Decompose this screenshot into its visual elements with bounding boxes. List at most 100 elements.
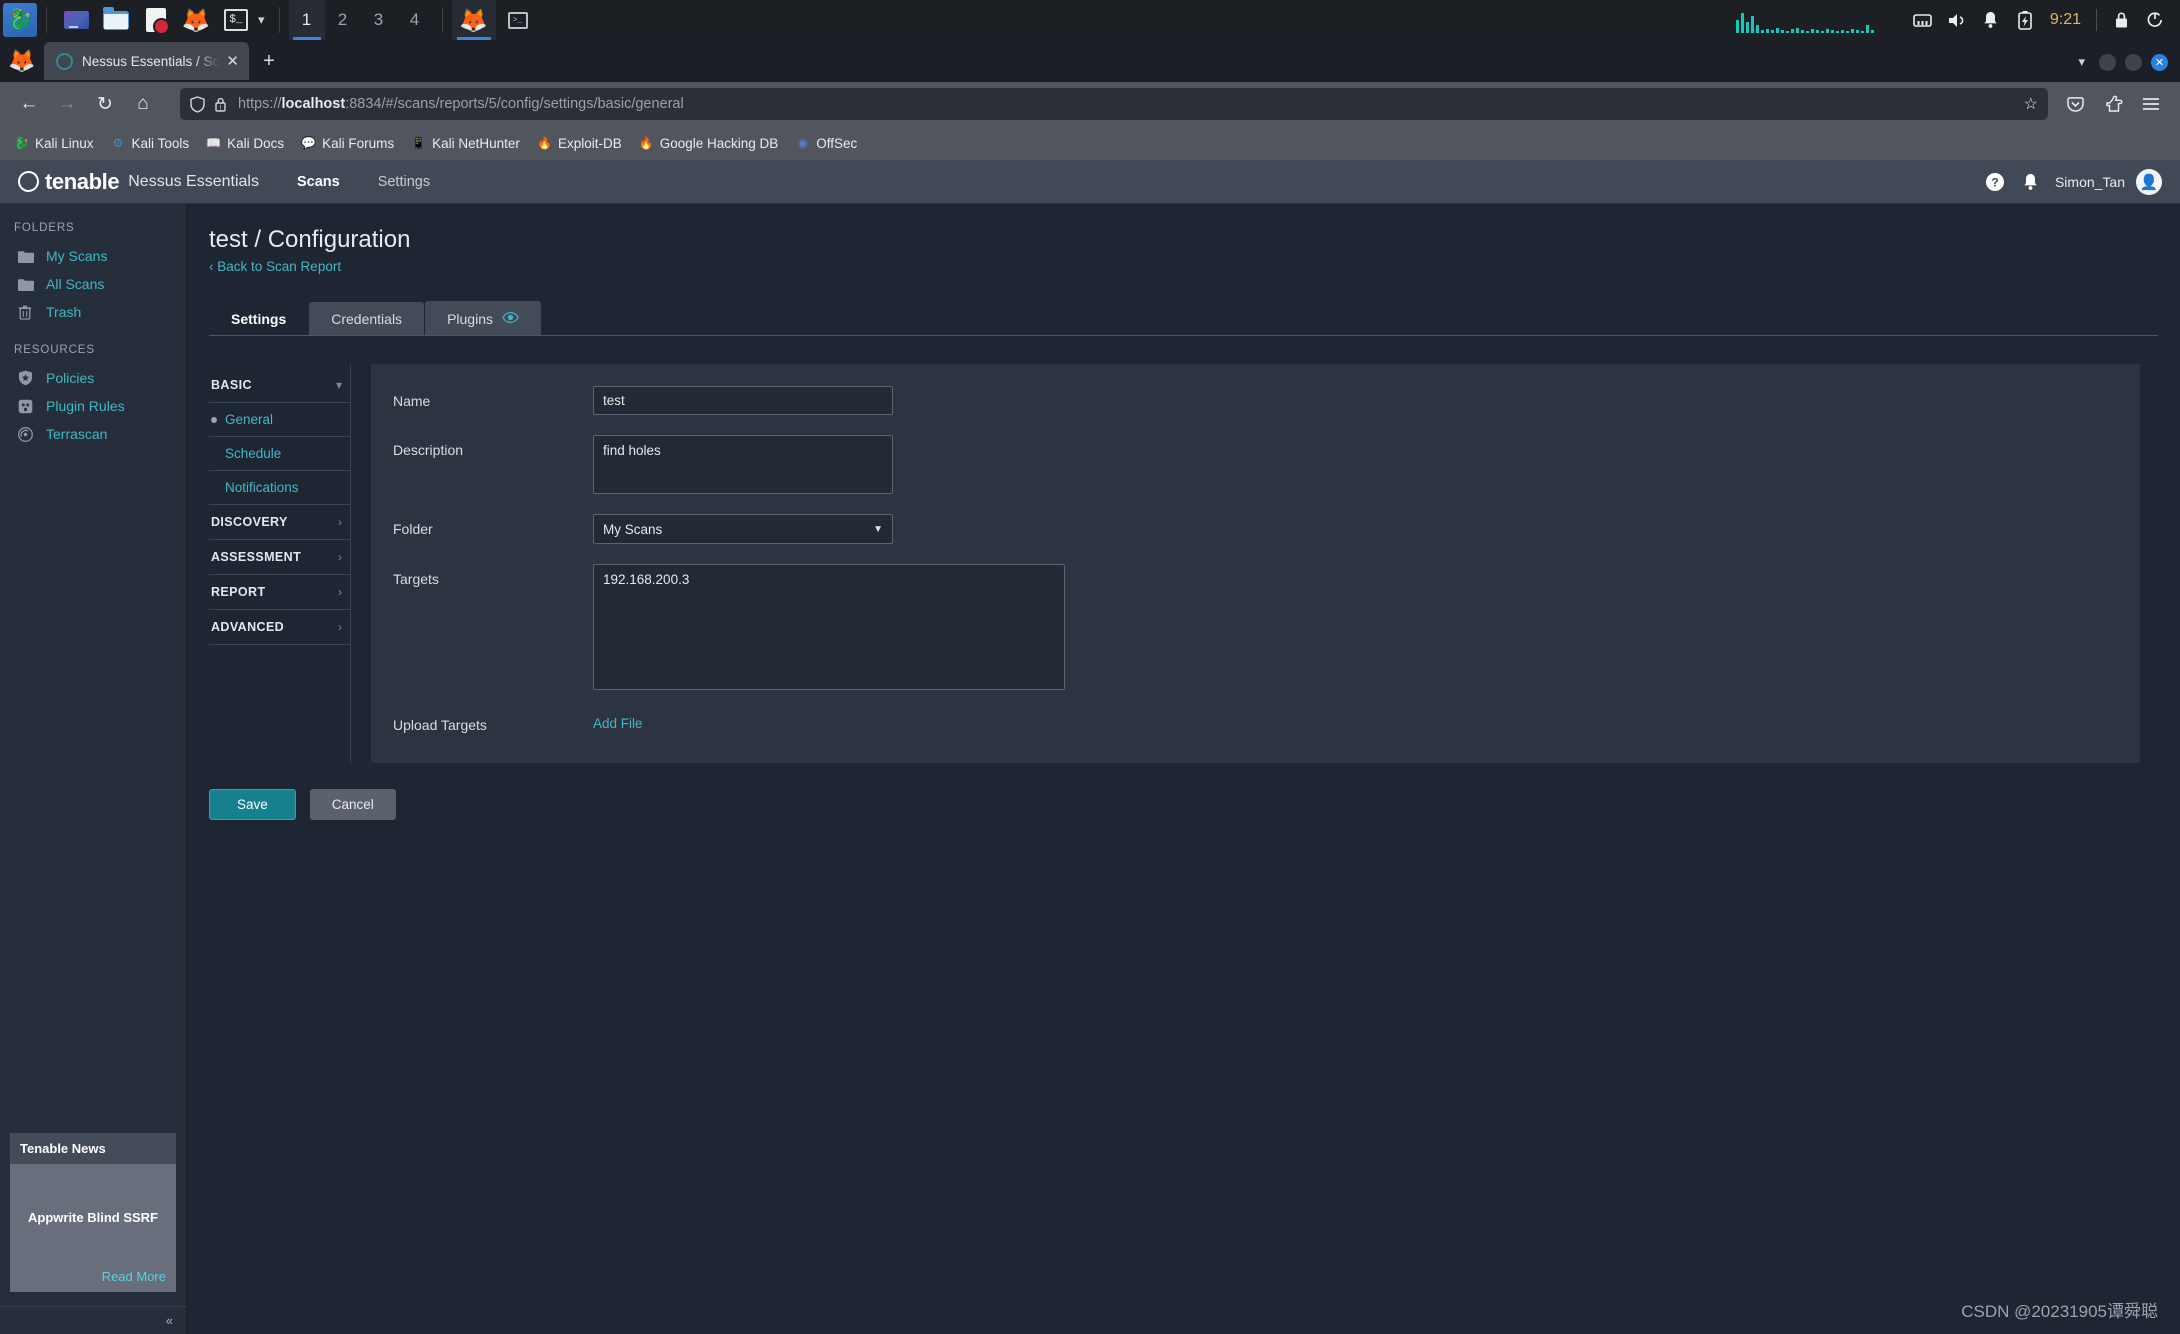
settings-item-schedule[interactable]: Schedule xyxy=(209,437,350,471)
settings-group-advanced[interactable]: ADVANCED › xyxy=(209,610,350,645)
workspace-2[interactable]: 2 xyxy=(325,0,361,40)
power-logout-icon[interactable] xyxy=(2138,0,2172,40)
settings-item-label: General xyxy=(225,412,274,427)
nav-scans[interactable]: Scans xyxy=(297,174,340,190)
sidebar-item-plugin-rules[interactable]: Plugin Rules xyxy=(0,392,186,420)
settings-group-basic[interactable]: BASIC ▾ xyxy=(209,368,350,403)
tab-credentials[interactable]: Credentials xyxy=(309,302,425,336)
folder-select[interactable]: My Scans ▼ xyxy=(593,514,893,544)
eye-icon[interactable] xyxy=(502,310,519,327)
star-icon[interactable]: ☆ xyxy=(2024,94,2038,114)
hamburger-menu-icon[interactable] xyxy=(2132,85,2170,123)
bell-icon[interactable] xyxy=(2013,164,2049,200)
pocket-icon[interactable] xyxy=(2056,85,2094,123)
sidebar-collapse-button[interactable]: « xyxy=(0,1306,187,1334)
sidebar-section-resources: RESOURCES xyxy=(14,344,95,356)
help-circle-icon[interactable]: ? xyxy=(1977,164,2013,200)
nav-settings[interactable]: Settings xyxy=(378,174,430,190)
close-button[interactable]: ✕ xyxy=(2151,54,2168,71)
bell-icon[interactable] xyxy=(1974,0,2008,40)
news-read-more-link[interactable]: Read More xyxy=(102,1269,166,1284)
lock-icon[interactable] xyxy=(2104,0,2138,40)
minimize-button[interactable] xyxy=(2099,54,2116,71)
extension-icon[interactable] xyxy=(2094,85,2132,123)
bookmark-kali-nethunter[interactable]: 📱 Kali NetHunter xyxy=(411,136,520,151)
settings-item-notifications[interactable]: Notifications xyxy=(209,471,350,505)
bookmark-google-hacking-db[interactable]: 🔥 Google Hacking DB xyxy=(639,136,779,151)
bookmark-kali-forums[interactable]: 💬 Kali Forums xyxy=(301,136,394,151)
sidebar-item-label: Terrascan xyxy=(46,426,108,442)
sidebar-item-my-scans[interactable]: My Scans xyxy=(0,242,186,270)
description-input[interactable]: find holes xyxy=(593,435,893,494)
terminal-icon[interactable]: $_ xyxy=(221,5,251,35)
add-file-link[interactable]: Add File xyxy=(593,710,643,731)
lock-warning-icon[interactable]: ! xyxy=(214,96,229,113)
name-input[interactable] xyxy=(593,386,893,415)
bookmark-kali-linux[interactable]: 🐉 Kali Linux xyxy=(14,136,94,151)
cancel-button[interactable]: Cancel xyxy=(309,789,396,820)
bookmark-exploit-db[interactable]: 🔥 Exploit-DB xyxy=(537,136,622,151)
selected-dot-icon xyxy=(211,416,217,423)
folder-selected-value: My Scans xyxy=(603,521,663,537)
settings-group-report[interactable]: REPORT › xyxy=(209,575,350,610)
bookmark-label: Kali Forums xyxy=(322,135,395,151)
sidebar-item-trash[interactable]: Trash xyxy=(0,298,186,326)
firefox-window-icon[interactable]: 🦊 xyxy=(451,0,496,40)
targets-input[interactable]: 192.168.200.3 xyxy=(593,564,1065,690)
chevron-down-icon[interactable]: ▾ xyxy=(258,12,265,28)
targets-label: Targets xyxy=(393,571,439,587)
chevron-down-icon[interactable]: ▾ xyxy=(2078,54,2085,70)
settings-group-discovery[interactable]: DISCOVERY › xyxy=(209,505,350,540)
user-avatar-icon[interactable]: 👤 xyxy=(2136,168,2162,195)
bookmarks-bar: 🐉 Kali Linux ⚙ Kali Tools 📖 Kali Docs 💬 Kali… xyxy=(0,126,2180,160)
text-editor-icon[interactable] xyxy=(141,5,171,35)
sidebar-item-policies[interactable]: Policies xyxy=(0,364,186,392)
workspace-4[interactable]: 4 xyxy=(397,0,433,40)
workspace-1[interactable]: 1 xyxy=(288,0,325,40)
firefox-icon[interactable]: 🦊 xyxy=(181,5,211,35)
url-bar[interactable]: ! https://localhost:8834/#/scans/reports… xyxy=(180,88,2048,120)
bookmark-label: Exploit-DB xyxy=(557,135,622,151)
settings-item-general[interactable]: General xyxy=(209,403,350,437)
taskbar-divider xyxy=(46,7,47,33)
settings-group-assessment[interactable]: ASSESSMENT › xyxy=(209,540,350,575)
battery-charging-icon[interactable] xyxy=(2008,0,2042,40)
offsec-icon: ◉ xyxy=(797,136,809,150)
save-button[interactable]: Save xyxy=(209,789,296,820)
workspace-3[interactable]: 3 xyxy=(361,0,397,40)
settings-panel: BASIC ▾ General Schedule Notifications D… xyxy=(209,364,2180,763)
tab-label: Settings xyxy=(231,311,287,327)
sidebar-item-terrascan[interactable]: Terrascan xyxy=(0,420,186,448)
bookmark-kali-docs[interactable]: 📖 Kali Docs xyxy=(206,136,284,151)
bookmark-offsec[interactable]: ◉ OffSec xyxy=(795,136,858,151)
tab-settings[interactable]: Settings xyxy=(209,302,309,336)
new-tab-button[interactable]: + xyxy=(249,42,289,80)
ethernet-icon[interactable] xyxy=(1906,0,1940,40)
field-row-upload-targets: Upload Targets Add File xyxy=(393,710,2140,733)
bookmark-kali-tools[interactable]: ⚙ Kali Tools xyxy=(111,136,189,151)
arrow-left-icon[interactable]: ← xyxy=(10,85,48,123)
speaker-icon[interactable] xyxy=(1940,0,1974,40)
home-icon[interactable]: ⌂ xyxy=(124,85,162,123)
exploit-db-icon: 🔥 xyxy=(536,136,552,150)
shield-icon[interactable] xyxy=(190,95,205,113)
back-to-scan-report-link[interactable]: ‹ Back to Scan Report xyxy=(209,259,341,274)
tenable-news-card: Tenable News Appwrite Blind SSRF Read Mo… xyxy=(10,1133,176,1292)
terminal-window-icon[interactable]: >_ xyxy=(496,0,540,40)
reload-icon[interactable]: ↻ xyxy=(86,85,124,123)
sidebar-item-all-scans[interactable]: All Scans xyxy=(0,270,186,298)
svg-text:!: ! xyxy=(220,105,222,112)
tab-plugins[interactable]: Plugins xyxy=(425,301,541,336)
maximize-button[interactable] xyxy=(2125,54,2142,71)
arrow-right-icon[interactable]: → xyxy=(48,85,86,123)
network-activity-graph xyxy=(1735,7,1886,33)
files-icon[interactable] xyxy=(101,5,131,35)
tab-bar-underline xyxy=(209,335,2158,336)
kali-dragon-icon[interactable]: 🐉 xyxy=(3,3,37,37)
close-icon[interactable]: ✕ xyxy=(226,52,239,70)
virtualbox-icon[interactable] xyxy=(61,5,91,35)
nessus-app: tenable Nessus Essentials Scans Settings… xyxy=(0,160,2180,1334)
name-label: Name xyxy=(393,393,431,409)
browser-tab[interactable]: Nessus Essentials / Scans ✕ xyxy=(44,42,249,80)
plugin-icon xyxy=(18,399,36,414)
